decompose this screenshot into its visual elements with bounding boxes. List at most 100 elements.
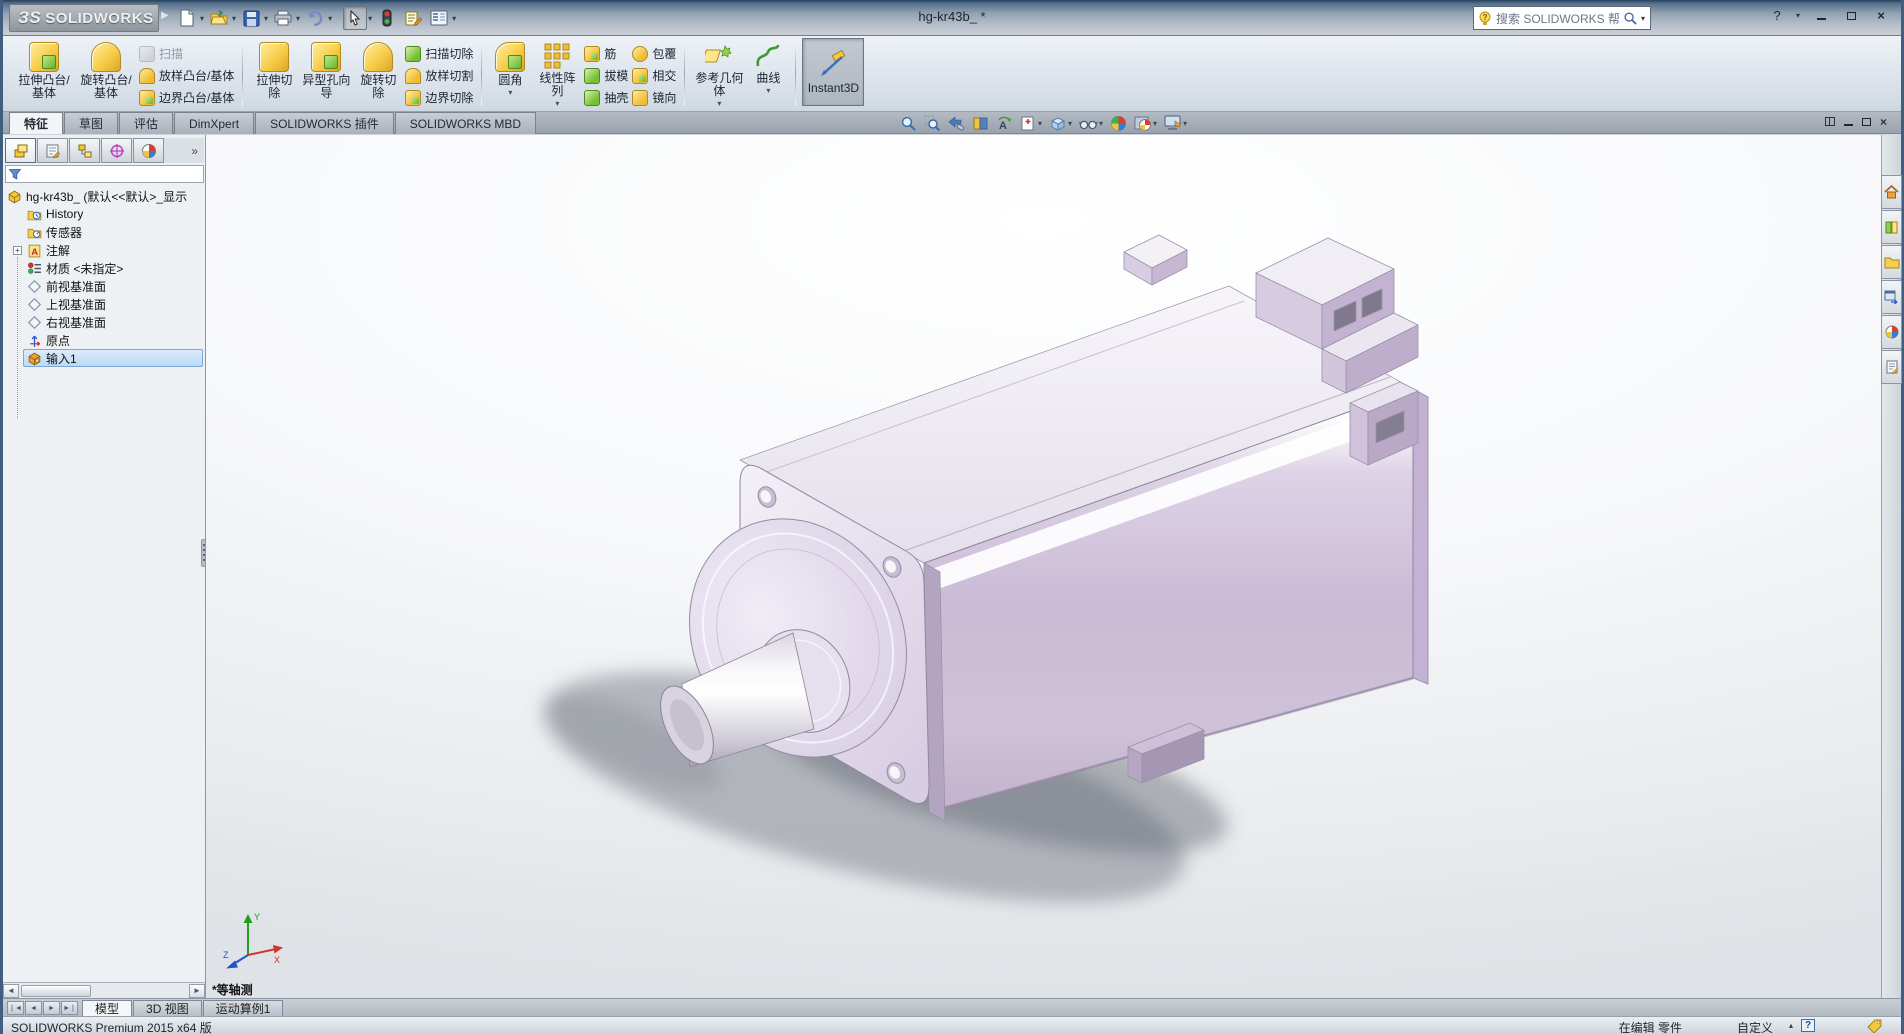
help-button[interactable]: ? [1767, 8, 1787, 23]
tree-filter-bar[interactable] [5, 165, 204, 183]
save-caret[interactable]: ▾ [264, 14, 268, 23]
linear-pattern-caret[interactable]: ▾ [555, 99, 559, 108]
tree-item-right-plane[interactable]: 右视基准面 [3, 313, 205, 331]
wrap-button[interactable]: 包覆 [632, 44, 676, 63]
solidworks-resources-tab[interactable] [1881, 175, 1902, 209]
tab-sketch[interactable]: 草图 [64, 112, 119, 134]
boundary-boss-button[interactable]: 边界凸台/基体 [139, 88, 234, 107]
tree-item-part-root[interactable]: hg-kr43b_ (默认<<默认>_显示 [3, 187, 205, 205]
dynamic-annotation-views-button[interactable]: A [994, 114, 1015, 133]
minimize-button[interactable] [1811, 8, 1831, 23]
status-tag-icon[interactable] [1867, 1019, 1883, 1033]
featuremanager-tab[interactable] [5, 138, 36, 163]
revolved-cut-button[interactable]: 旋转切除 [355, 40, 401, 100]
tab-dimxpert[interactable]: DimXpert [174, 112, 255, 134]
options-button[interactable] [427, 6, 451, 30]
mirror-button[interactable]: 镜向 [632, 88, 676, 107]
rib-button[interactable]: 筋 [584, 44, 628, 63]
extruded-cut-button[interactable]: 拉伸切除 [251, 40, 297, 100]
scroll-thumb[interactable] [21, 984, 91, 997]
search-scope-caret[interactable]: ▾ [1641, 14, 1645, 23]
doc-restore-button[interactable] [1861, 115, 1871, 129]
restore-button[interactable] [1841, 8, 1861, 23]
view-orientation-caret[interactable]: ▾ [1038, 119, 1042, 128]
last-tab-button[interactable]: ►❘ [61, 1001, 78, 1015]
reference-geometry-caret[interactable]: ▾ [717, 99, 721, 108]
swept-cut-button[interactable]: 扫描切除 [405, 44, 473, 63]
tree-item-imported1[interactable]: 输入1 [3, 349, 205, 367]
intersect-button[interactable]: 相交 [632, 66, 676, 85]
status-custom-dropdown[interactable]: 自定义 [1737, 1019, 1773, 1034]
graphics-viewport[interactable]: Y X Z *等轴测 [206, 135, 1881, 998]
fillet-caret[interactable]: ▾ [508, 88, 512, 97]
configurationmanager-tab[interactable] [69, 138, 100, 163]
lofted-cut-button[interactable]: 放样切割 [405, 66, 473, 85]
zoom-to-area-button[interactable] [922, 114, 943, 133]
search-icon[interactable] [1623, 11, 1638, 26]
model-tab[interactable]: 模型 [82, 1000, 133, 1016]
split-view-button[interactable] [1824, 115, 1835, 129]
first-tab-button[interactable]: ❘◄ [7, 1001, 24, 1015]
tree-item-history[interactable]: History [3, 205, 205, 223]
file-explorer-tab[interactable] [1881, 245, 1902, 279]
reference-geometry-button[interactable]: 参考几何体 ▾ [693, 40, 745, 108]
zoom-to-fit-button[interactable] [898, 114, 919, 133]
shell-button[interactable]: 抽壳 [584, 88, 628, 107]
lofted-boss-button[interactable]: 放样凸台/基体 [139, 66, 234, 85]
apply-scene-caret[interactable]: ▾ [1153, 119, 1157, 128]
extruded-boss-button[interactable]: 拉伸凸台/基体 [15, 40, 73, 100]
3d-views-tab[interactable]: 3D 视图 [133, 1000, 202, 1016]
status-custom-caret[interactable]: ▴ [1789, 1021, 1793, 1030]
motion-study-tab[interactable]: 运动算例1 [202, 1000, 284, 1016]
menu-expand-arrow[interactable]: ▶ [161, 10, 169, 21]
print-button[interactable] [271, 6, 295, 30]
tree-item-origin[interactable]: 原点 [3, 331, 205, 349]
tab-addins[interactable]: SOLIDWORKS 插件 [255, 112, 394, 134]
tab-evaluate[interactable]: 评估 [119, 112, 174, 134]
propertymanager-tab[interactable] [37, 138, 68, 163]
open-caret[interactable]: ▾ [232, 14, 236, 23]
section-view-button[interactable] [970, 114, 991, 133]
view-settings-caret[interactable]: ▾ [1183, 119, 1187, 128]
status-help-icon[interactable]: ? [1801, 1019, 1815, 1032]
new-document-button[interactable] [175, 6, 199, 30]
select-caret[interactable]: ▾ [368, 14, 372, 23]
prev-tab-button[interactable]: ◄ [25, 1001, 42, 1015]
linear-pattern-button[interactable]: 线性阵列 ▾ [534, 40, 580, 108]
view-settings-button[interactable]: ▾ [1162, 114, 1189, 133]
appearances-scenes-tab[interactable] [1881, 315, 1902, 349]
panel-tab-overflow[interactable]: » [185, 138, 204, 163]
curves-button[interactable]: 曲线 ▾ [749, 40, 787, 95]
tree-item-annotations[interactable]: + A 注解 [3, 241, 205, 259]
swept-boss-button[interactable]: 扫描 [139, 44, 234, 63]
hide-show-items-button[interactable]: ▾ [1077, 115, 1105, 132]
hide-show-caret[interactable]: ▾ [1099, 119, 1103, 128]
previous-view-button[interactable] [946, 114, 967, 133]
doc-minimize-button[interactable] [1843, 115, 1853, 129]
displaymanager-tab[interactable] [133, 138, 164, 163]
save-button[interactable] [239, 6, 263, 30]
select-button[interactable] [343, 6, 368, 30]
open-button[interactable] [207, 6, 231, 30]
doc-close-button[interactable]: × [1880, 115, 1887, 129]
boundary-cut-button[interactable]: 边界切除 [405, 88, 473, 107]
edit-appearance-button[interactable] [1108, 114, 1129, 133]
panel-horizontal-scrollbar[interactable]: ◄ ► [3, 982, 205, 998]
instant3d-toggle[interactable]: Instant3D [802, 38, 865, 106]
file-properties-button[interactable] [401, 6, 425, 30]
draft-button[interactable]: 拔模 [584, 66, 628, 85]
view-palette-tab[interactable] [1881, 280, 1902, 314]
apply-scene-button[interactable]: ▾ [1132, 114, 1159, 133]
new-document-caret[interactable]: ▾ [200, 14, 204, 23]
design-library-tab[interactable] [1881, 210, 1902, 244]
tab-mbd[interactable]: SOLIDWORKS MBD [394, 112, 537, 134]
revolved-boss-button[interactable]: 旋转凸台/基体 [77, 40, 135, 100]
tree-item-material[interactable]: 材质 <未指定> [3, 259, 205, 277]
help-caret[interactable]: ▾ [1796, 11, 1800, 20]
model-3d-servo-motor[interactable] [206, 135, 1881, 998]
display-style-caret[interactable]: ▾ [1068, 119, 1072, 128]
traffic-light-button[interactable] [375, 6, 399, 30]
display-style-button[interactable]: ▾ [1047, 114, 1074, 133]
curves-caret[interactable]: ▾ [766, 86, 770, 95]
fillet-button[interactable]: 圆角 ▾ [490, 40, 530, 97]
